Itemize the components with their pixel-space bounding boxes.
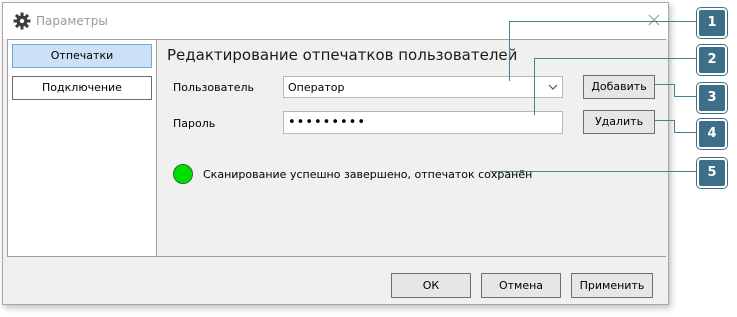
callout-line-4-h	[674, 132, 698, 133]
user-select-value: Оператор	[288, 81, 345, 94]
window-title: Параметры	[36, 14, 108, 28]
close-icon[interactable]	[647, 13, 661, 27]
status-message: Сканирование успешно завершено, отпечато…	[203, 168, 533, 181]
ok-button[interactable]: ОК	[391, 273, 471, 298]
callout-line-2-h	[534, 58, 698, 59]
callout-line-4	[654, 120, 674, 121]
gear-icon	[13, 12, 31, 30]
add-button[interactable]: Добавить	[583, 75, 655, 99]
callout-line-1	[509, 21, 510, 81]
user-label: Пользователь	[173, 81, 255, 94]
settings-window: Параметры Отпечатки Подключение Редактир…	[2, 2, 669, 305]
callout-badge-5: 5	[697, 158, 727, 188]
callout-line-2	[534, 58, 535, 115]
callout-badge-1: 1	[697, 8, 727, 38]
settings-nav: Отпечатки Подключение	[7, 39, 157, 257]
password-label: Пароль	[173, 117, 216, 130]
callout-line-3-h	[674, 96, 698, 97]
callout-line-3	[654, 84, 674, 85]
cancel-button[interactable]: Отмена	[481, 273, 561, 298]
callout-badge-3: 3	[697, 83, 727, 113]
delete-button[interactable]: Удалить	[583, 110, 655, 134]
callout-badge-4: 4	[697, 119, 727, 149]
fingerprints-panel: Редактирование отпечатков пользователей …	[157, 39, 666, 257]
nav-item-connection[interactable]: Подключение	[12, 76, 152, 100]
callout-line-3-v	[674, 84, 675, 96]
chevron-down-icon	[548, 84, 558, 90]
callout-line-5	[490, 171, 698, 172]
page-title: Редактирование отпечатков пользователей	[167, 46, 518, 64]
callout-line-4-v	[674, 120, 675, 132]
callout-line-1-h	[509, 21, 697, 22]
callout-badge-2: 2	[697, 45, 727, 75]
dialog-footer: ОК Отмена Применить	[3, 257, 668, 304]
nav-item-fingerprints[interactable]: Отпечатки	[12, 44, 152, 68]
status-indicator	[173, 164, 193, 184]
password-field[interactable]	[283, 111, 563, 134]
user-select[interactable]: Оператор	[283, 76, 563, 98]
apply-button[interactable]: Применить	[571, 273, 653, 298]
